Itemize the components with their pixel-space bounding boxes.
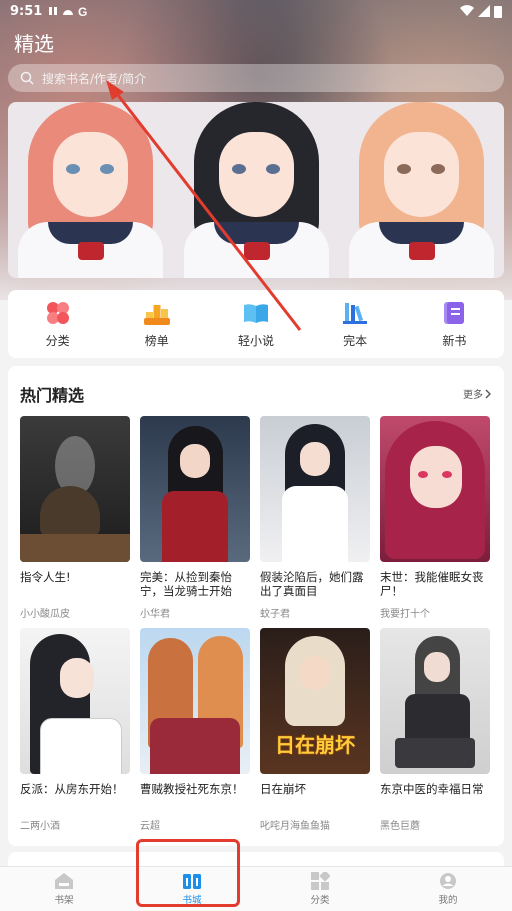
shortcut-label: 新书 bbox=[442, 333, 467, 348]
book-card[interactable]: 假装沦陷后，她们露出了真面目 蚊子君 bbox=[260, 416, 370, 620]
tab-bookshelf[interactable]: 书架 bbox=[24, 872, 104, 906]
book-cover bbox=[140, 628, 250, 774]
new-book-icon bbox=[444, 301, 465, 324]
shortcut-label: 榜单 bbox=[144, 333, 169, 348]
battery-icon bbox=[494, 5, 502, 18]
grid-icon bbox=[311, 872, 330, 890]
ranking-icon bbox=[143, 304, 170, 325]
status-bar: 9:51 G bbox=[0, 0, 512, 22]
book-author: 云超 bbox=[140, 821, 160, 832]
book-title: 指令人生! bbox=[20, 570, 71, 584]
book-card[interactable]: 指令人生! 小小酸瓜皮 bbox=[20, 416, 130, 620]
tab-label: 分类 bbox=[310, 895, 330, 906]
book-card[interactable]: 反派：从房东开始！ 二两小酒 bbox=[20, 628, 130, 832]
book-card[interactable]: 曹贼教授社死东京！ 云超 bbox=[140, 628, 250, 832]
book-card[interactable]: 末世：我能催眠女丧尸！ 我要打十个 bbox=[380, 416, 490, 620]
pause-icon bbox=[49, 7, 58, 15]
book-title: 曹贼教授社死东京！ bbox=[140, 782, 244, 796]
house-icon bbox=[55, 873, 73, 889]
chevron-right-icon bbox=[485, 389, 491, 398]
page-title: 精选 bbox=[14, 32, 54, 56]
book-title: 日在崩坏 bbox=[260, 782, 306, 796]
book-cover bbox=[20, 416, 130, 562]
book-author: 叱咤月海鱼鱼猫 bbox=[260, 821, 330, 832]
book-title: 完美：从捡到秦怡宁，当龙骑士开始 bbox=[140, 570, 232, 598]
profile-icon bbox=[440, 873, 456, 889]
svg-text:G: G bbox=[78, 5, 87, 17]
books-shelf-icon bbox=[343, 302, 368, 324]
book-author: 蚊子君 bbox=[260, 609, 290, 620]
more-label: 更多 bbox=[463, 390, 483, 401]
signal-icon bbox=[478, 5, 490, 17]
shortcut-label: 完本 bbox=[343, 333, 368, 348]
tab-profile[interactable]: 我的 bbox=[408, 872, 488, 906]
book-cover bbox=[380, 628, 490, 774]
banner-character-right bbox=[339, 102, 504, 278]
book-cover: 日在崩坏 bbox=[260, 628, 370, 774]
search-icon bbox=[20, 71, 34, 85]
book-card[interactable]: 完美：从捡到秦怡宁，当龙骑士开始 小华君 bbox=[140, 416, 250, 620]
book-author: 小华君 bbox=[140, 609, 170, 620]
bottom-tab-bar: 书架 书城 分类 我的 bbox=[0, 866, 512, 911]
shortcut-label: 轻小说 bbox=[237, 333, 274, 348]
status-system-icons bbox=[460, 5, 502, 18]
section-title: 热门精选 bbox=[20, 386, 85, 405]
cover-title-overlay: 日在崩坏 bbox=[275, 732, 355, 757]
shortcut-completed[interactable]: 完本 bbox=[320, 300, 390, 349]
book-title: 末世：我能催眠女丧尸！ bbox=[380, 570, 484, 598]
hot-picks-section: 热门精选 更多 指令人生! 小小酸瓜皮 完美：从捡到秦怡宁，当龙骑士开始 小华君 bbox=[8, 366, 504, 846]
status-notification-icons: G bbox=[48, 5, 90, 17]
shortcut-new-books[interactable]: 新书 bbox=[419, 300, 489, 349]
book-cover bbox=[260, 416, 370, 562]
annotation-highlight-box bbox=[136, 839, 240, 907]
four-petal-icon bbox=[46, 301, 69, 324]
book-title: 假装沦陷后，她们露出了真面目 bbox=[260, 570, 364, 598]
google-icon: G bbox=[78, 5, 87, 17]
tab-label: 书架 bbox=[54, 895, 74, 906]
shortcut-light-novel[interactable]: 轻小说 bbox=[221, 300, 291, 349]
hero-banner[interactable] bbox=[8, 102, 504, 278]
book-author: 黑色巨蘑 bbox=[380, 821, 420, 832]
book-card[interactable]: 日在崩坏 日在崩坏 叱咤月海鱼鱼猫 bbox=[260, 628, 370, 832]
book-author: 二两小酒 bbox=[20, 821, 60, 832]
book-cover bbox=[380, 416, 490, 562]
more-link[interactable]: 更多 bbox=[463, 386, 492, 401]
banner-character-left bbox=[8, 102, 173, 278]
status-time: 9:51 bbox=[10, 3, 43, 19]
banner-character-center bbox=[174, 102, 339, 278]
category-shortcuts: 分类 榜单 轻小说 完本 新书 bbox=[8, 290, 504, 358]
book-title: 反派：从房东开始！ bbox=[20, 782, 124, 796]
shortcut-ranking[interactable]: 榜单 bbox=[122, 300, 192, 349]
search-placeholder: 搜索书名/作者/简介 bbox=[42, 71, 147, 86]
wifi-icon bbox=[460, 5, 474, 17]
tab-category[interactable]: 分类 bbox=[280, 872, 360, 906]
search-bar[interactable]: 搜索书名/作者/简介 bbox=[8, 64, 504, 92]
book-card[interactable]: 东京中医的幸福日常 黑色巨蘑 bbox=[380, 628, 490, 832]
book-author: 小小酸瓜皮 bbox=[20, 609, 70, 620]
shortcut-label: 分类 bbox=[45, 333, 70, 348]
book-title: 东京中医的幸福日常 bbox=[380, 782, 484, 796]
open-book-icon bbox=[243, 303, 268, 323]
tab-label: 我的 bbox=[438, 895, 458, 906]
shortcut-category[interactable]: 分类 bbox=[23, 300, 93, 349]
book-cover bbox=[140, 416, 250, 562]
android-icon bbox=[63, 10, 74, 15]
book-cover bbox=[20, 628, 130, 774]
book-author: 我要打十个 bbox=[380, 609, 430, 620]
